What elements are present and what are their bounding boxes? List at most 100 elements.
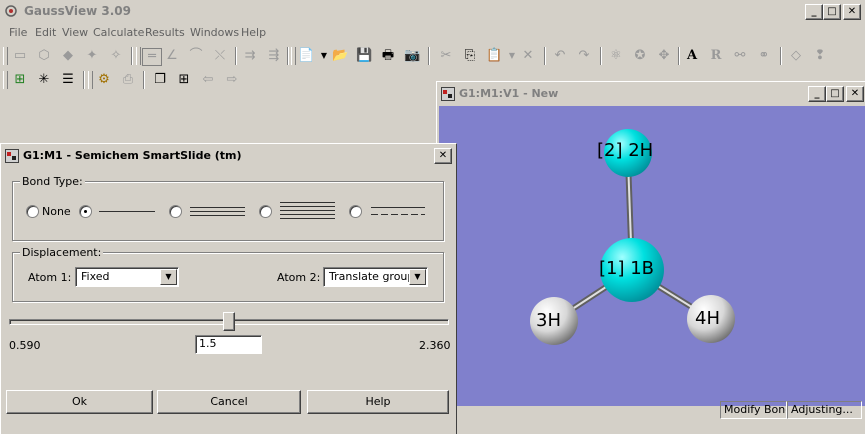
distance-value-text: 1.5 (199, 337, 217, 350)
maximize-button[interactable]: □ (823, 4, 841, 20)
menu-calculate[interactable]: Calculate (93, 26, 144, 39)
copy-icon[interactable]: ⎘ (462, 48, 478, 64)
atom-label-3h: 3H (536, 310, 561, 331)
back-arrow-icon[interactable]: ⇦ (200, 72, 216, 88)
viewer-window-icon (441, 87, 455, 101)
new-dropdown-icon[interactable]: ▼ (316, 48, 332, 64)
cascade-windows-icon[interactable]: ❐ (152, 72, 168, 88)
toolbar-grip[interactable] (3, 47, 8, 65)
chevron-down-icon[interactable]: ▼ (160, 269, 177, 285)
calculate-icon[interactable]: ⚙ (96, 72, 112, 88)
bond-triple-radio[interactable] (259, 205, 272, 218)
save-icon[interactable]: 💾 (356, 48, 372, 64)
help-button[interactable]: Help (307, 390, 449, 414)
paste-icon[interactable]: 📋 (486, 48, 502, 64)
chevron-down-icon[interactable]: ▼ (409, 269, 426, 285)
delete-icon[interactable]: ✕ (520, 48, 536, 64)
menu-help[interactable]: Help (241, 26, 266, 39)
menu-view[interactable]: View (62, 26, 88, 39)
viewer-close-button[interactable]: ✕ (846, 86, 864, 102)
viewer-title-bar[interactable]: G1:M1:V1 - New _ □ ✕ (439, 84, 864, 104)
minimize-button[interactable]: _ (805, 4, 823, 20)
atom1-select[interactable]: Fixed ▼ (75, 267, 179, 287)
modify-angle-icon[interactable]: ∠ (164, 48, 180, 64)
toolbar-grip[interactable] (136, 47, 141, 65)
forward-arrow-icon[interactable]: ⇨ (224, 72, 240, 88)
molecule-canvas[interactable]: [2] 2H [1] 1B 3H 4H (439, 106, 865, 406)
delete-hydrogens-icon[interactable]: ⇶ (266, 48, 282, 64)
hydrogen-display-icon[interactable]: ⚭ (756, 48, 772, 64)
paste-dropdown-icon[interactable]: ▼ (504, 48, 520, 64)
new-file-icon[interactable]: 📄 (298, 48, 314, 64)
atom-label-2h: [2] 2H (597, 140, 654, 161)
cut-icon[interactable]: ✂ (438, 48, 454, 64)
close-button[interactable]: ✕ (843, 4, 861, 20)
toolbar-separator (428, 47, 430, 65)
dialog-title: G1:M1 - Semichem SmartSlide (tm) (23, 149, 242, 162)
menu-windows[interactable]: Windows (190, 26, 239, 39)
list-icon[interactable]: ☰ (60, 72, 76, 88)
bond-none-radio[interactable] (26, 205, 39, 218)
open-folder-icon[interactable]: 📂 (332, 48, 348, 64)
bond-single-radio[interactable] (79, 205, 92, 218)
atom1-select-value: Fixed (81, 270, 110, 283)
bond-aromatic-radio[interactable] (349, 205, 362, 218)
symmetrize-icon[interactable]: ⚛ (608, 48, 624, 64)
r-group-icon[interactable]: ✦ (84, 48, 100, 64)
viewer-title: G1:M1:V1 - New (459, 87, 559, 100)
undo-icon[interactable]: ↶ (552, 48, 568, 64)
atom2-label: Atom 2: (277, 271, 321, 284)
ok-button[interactable]: Ok (6, 390, 153, 414)
dialog-title-bar[interactable]: G1:M1 - Semichem SmartSlide (tm) ✕ (3, 146, 454, 166)
viewer-maximize-button[interactable]: □ (826, 86, 844, 102)
double-bond-glyph (190, 207, 245, 208)
single-bond-glyph (99, 211, 155, 212)
add-view-icon[interactable]: ⊞ (12, 72, 28, 88)
toolbar-separator (143, 71, 145, 89)
atom-label-1b: [1] 1B (599, 258, 655, 279)
menu-results[interactable]: Results (145, 26, 185, 39)
toolbar-grip[interactable] (3, 71, 8, 89)
distance-value-input[interactable]: 1.5 (195, 335, 262, 354)
slider-min-label: 0.590 (9, 339, 41, 352)
biological-icon[interactable]: ✧ (108, 48, 124, 64)
print-icon[interactable]: 🖶 (380, 48, 396, 64)
atom-label-4h: 4H (695, 308, 720, 329)
cancel-button[interactable]: Cancel (157, 390, 301, 414)
toolbar-grip[interactable] (88, 71, 93, 89)
bond-single-icon[interactable]: ▭ (12, 48, 28, 64)
hexagon-icon[interactable]: ⬡ (36, 48, 52, 64)
add-hydrogens-icon[interactable]: ⇉ (242, 48, 258, 64)
tile-windows-icon[interactable]: ⊞ (176, 72, 192, 88)
text-labels-icon[interactable]: A (684, 48, 700, 64)
molecule-icon[interactable]: ✳ (36, 72, 52, 88)
info-icon[interactable]: ❢ (812, 48, 828, 64)
bond-type-label: Bond Type: (20, 175, 85, 188)
dialog-window-icon (5, 149, 19, 163)
results-icon[interactable]: ⎙ (120, 72, 136, 88)
atom2-select[interactable]: Translate group ▼ (323, 267, 428, 287)
r-label-icon[interactable]: R (708, 48, 724, 64)
cube-icon[interactable]: ◆ (60, 48, 76, 64)
redo-icon[interactable]: ↷ (576, 48, 592, 64)
modify-dihedral-icon[interactable]: ⌒ (188, 48, 204, 64)
app-title: GaussView 3.09 (24, 4, 131, 18)
toolbar-separator (678, 47, 680, 65)
toolbar-grip[interactable] (291, 47, 296, 65)
clean-icon[interactable]: ✪ (632, 48, 648, 64)
dialog-close-button[interactable]: ✕ (434, 148, 452, 164)
viewer-minimize-button[interactable]: _ (808, 86, 826, 102)
diamond-icon[interactable]: ◇ (788, 48, 804, 64)
menu-edit[interactable]: Edit (35, 26, 56, 39)
status-mode: Modify Bond (720, 401, 787, 419)
bond-double-radio[interactable] (169, 205, 182, 218)
bond-none-label: None (42, 205, 71, 218)
invert-icon[interactable]: ⤬ (212, 48, 228, 64)
bonds-display-icon[interactable]: ⚯ (732, 48, 748, 64)
menu-file[interactable]: File (9, 26, 27, 39)
modify-bond-icon[interactable]: ═ (142, 48, 162, 66)
menu-bar: File Edit View Calculate Results Windows… (0, 24, 865, 42)
distance-slider-thumb[interactable] (223, 312, 235, 331)
rebond-icon[interactable]: ✥ (656, 48, 672, 64)
capture-icon[interactable]: 📷 (404, 48, 420, 64)
